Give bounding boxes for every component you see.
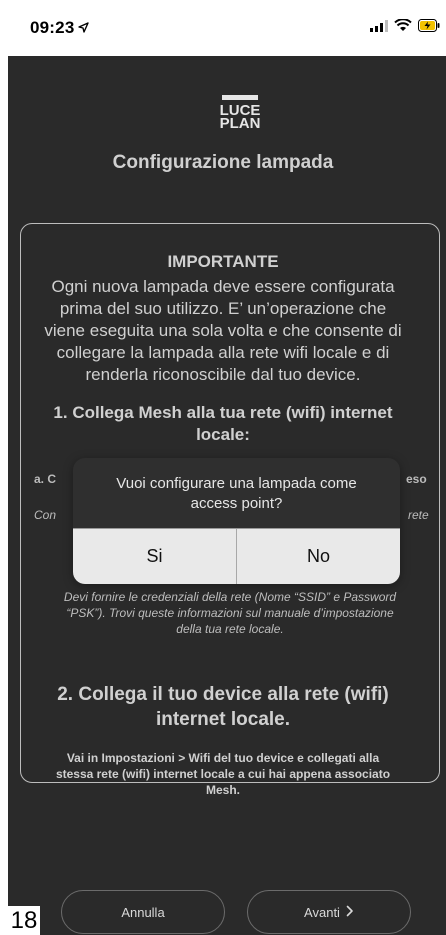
access-point-dialog: Vuoi configurare una lampada come access… [73, 458, 400, 584]
step1-substep-left: a. C [34, 472, 57, 486]
step2-line-1: Vai in Impostazioni > Wifi del tuo devic… [66, 751, 380, 765]
wifi-icon [394, 18, 412, 37]
cancel-button-label: Annulla [121, 904, 165, 920]
important-line-1: Ogni nuova lampada deve essere configura… [51, 277, 395, 296]
important-body: Ogni nuova lampada deve essere configura… [0, 276, 446, 386]
page-number: 18 [8, 906, 40, 935]
chevron-right-icon [346, 905, 354, 920]
dialog-no-button[interactable]: No [236, 529, 400, 584]
step1-substep-left-italic: Con [34, 508, 57, 522]
dialog-actions: Si No [73, 528, 400, 584]
status-icons [370, 18, 440, 37]
dialog-message-line-2: access point? [190, 495, 283, 512]
credentials-line-1: Devi fornire le credenziali della rete (… [63, 590, 397, 604]
location-arrow-icon [78, 18, 90, 38]
credentials-line-3: della tua rete locale. [176, 622, 284, 636]
step1-heading-line-2: locale: [196, 425, 250, 444]
dialog-message: Vuoi configurare una lampada come access… [91, 474, 382, 514]
cellular-signal-icon [370, 19, 388, 37]
battery-charging-icon [418, 19, 440, 37]
logo-line-2: PLAN [219, 115, 261, 132]
important-heading: IMPORTANTE [167, 252, 279, 271]
credentials-note: Devi fornire le credenziali della rete (… [20, 589, 440, 637]
cancel-button[interactable]: Annulla [61, 890, 225, 934]
step2-heading: 2. Collega il tuo device alla rete (wifi… [0, 682, 446, 732]
important-line-3: viene eseguita una sola volta e che cons… [44, 321, 402, 340]
step2-heading-line-2: internet locale. [155, 709, 291, 730]
time-label: 09:23 [30, 18, 75, 37]
credentials-line-2: “PSK”). Trovi queste informazioni sul ma… [66, 606, 394, 620]
step1-heading: 1. Collega Mesh alla tua rete (wifi) int… [0, 402, 446, 446]
next-button[interactable]: Avanti [247, 890, 411, 934]
important-line-4: collegare la lampada alla rete wifi loca… [56, 343, 390, 362]
step2-body: Vai in Impostazioni > Wifi del tuo devic… [0, 750, 446, 798]
dialog-yes-button[interactable]: Si [73, 529, 236, 584]
step1-substep-right: eso [406, 472, 427, 486]
important-line-2: prima del suo utilizzo. E’ un’operazione… [59, 299, 387, 318]
logo-bar [222, 95, 258, 100]
step2-line-3: Mesh. [205, 783, 240, 797]
step1-heading-line-1: 1. Collega Mesh alla tua rete (wifi) int… [53, 403, 393, 422]
status-time: 09:23 [30, 18, 90, 38]
next-button-label: Avanti [304, 904, 340, 920]
luceplan-logo: LUCE PLAN [217, 95, 263, 132]
step2-heading-line-1: 2. Collega il tuo device alla rete (wifi… [57, 684, 389, 705]
dialog-message-line-1: Vuoi configurare una lampada come [116, 475, 357, 492]
step2-line-2: stessa rete (wifi) internet locale a cui… [55, 767, 391, 781]
important-line-5: renderla riconoscibile dal tuo device. [85, 365, 361, 384]
page-title: Configurazione lampada [112, 152, 334, 173]
step1-substep-right-italic: rete [408, 508, 429, 522]
status-bar: 09:23 [0, 0, 446, 56]
